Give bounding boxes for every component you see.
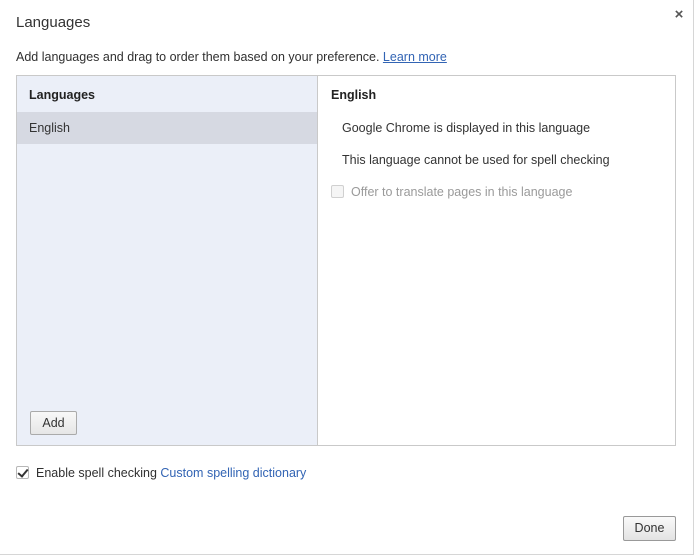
custom-dictionary-link[interactable]: Custom spelling dictionary (160, 466, 306, 480)
translate-option: Offer to translate pages in this languag… (331, 183, 572, 199)
intro-description: Add languages and drag to order them bas… (16, 50, 383, 64)
spellcheck-note: This language cannot be used for spell c… (342, 153, 610, 167)
intro-text: Add languages and drag to order them bas… (16, 50, 447, 64)
details-title: English (331, 88, 377, 102)
spellcheck-label: Enable spell checking Custom spelling di… (36, 466, 306, 480)
language-list-header: Languages (29, 88, 95, 102)
display-language-note: Google Chrome is displayed in this langu… (342, 121, 591, 135)
spellcheck-text: Enable spell checking (36, 465, 157, 480)
translate-label: Offer to translate pages in this languag… (351, 184, 573, 199)
close-icon[interactable]: × (671, 6, 687, 24)
done-button[interactable]: Done (623, 516, 676, 541)
translate-checkbox[interactable] (331, 185, 344, 199)
language-list: Languages English Add (17, 76, 318, 445)
add-language-button[interactable]: Add (30, 411, 77, 435)
languages-panel: Languages English Add English Google Chr… (16, 75, 676, 446)
dialog-title: Languages (16, 14, 91, 31)
language-item-english[interactable]: English (17, 112, 317, 144)
learn-more-link[interactable]: Learn more (383, 50, 447, 64)
languages-dialog: Languages × Add languages and drag to or… (0, 0, 694, 555)
spellcheck-checkbox[interactable] (16, 466, 29, 480)
language-details: English Google Chrome is displayed in th… (318, 76, 675, 445)
spellcheck-option: Enable spell checking Custom spelling di… (16, 464, 306, 482)
